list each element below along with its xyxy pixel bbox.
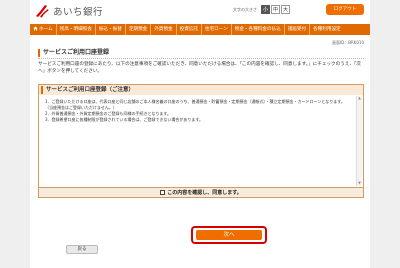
section-title: サービスご利用口座登録 <box>38 48 364 59</box>
next-button-highlight: 次へ <box>191 226 267 244</box>
terms-item: 1．ご登録いただける口座は、代表口座と同じ店舗のご本人様名義の口座のうち、普通預… <box>45 99 345 110</box>
back-button[interactable]: 戻る <box>66 245 98 254</box>
nav-item-balance[interactable]: 残高・明細照会 <box>57 24 96 35</box>
next-button[interactable]: 次へ <box>196 230 262 240</box>
nav-item-home-label: ホーム <box>39 27 53 32</box>
font-size-small-button[interactable]: 小 <box>261 5 270 14</box>
nav-item-home[interactable]: ホーム <box>30 24 57 35</box>
bank-logo-icon <box>36 5 49 18</box>
nav-item-housing-loan[interactable]: 住宅ローン <box>202 24 232 35</box>
section-title-accent <box>38 49 40 57</box>
nav-item-transfer[interactable]: 振込・振替 <box>96 24 126 35</box>
font-size-label: 文字の大きさ <box>233 6 257 12</box>
nav-item-time-deposit[interactable]: 定期預金 <box>126 24 152 35</box>
scroll-down-icon[interactable]: ▼ <box>357 181 362 186</box>
agree-label[interactable]: この内容を確認し、同意します。 <box>167 189 242 196</box>
home-icon <box>33 26 38 30</box>
font-size-large-button[interactable]: 大 <box>281 5 290 14</box>
nav-item-investment-trust[interactable]: 投資信託 <box>177 24 202 35</box>
nav-item-tax-payment[interactable]: 税金・各種料金の払込 <box>232 24 285 35</box>
global-nav: ホーム 残高・明細照会 振込・振替 定期預金 外貨預金 投資信託 住宅ローン 税… <box>30 24 370 35</box>
screen-id: 画面ID：BRK010 <box>331 40 364 45</box>
terms-box: サービスご利用口座登録（ご注意） 1．ご登録いただける口座は、代表口座と同じ店舗… <box>38 84 364 188</box>
header: あいち銀行 文字の大きさ 小 中 大 ログアウト <box>30 0 370 24</box>
scroll-up-icon[interactable]: ▲ <box>357 96 362 101</box>
bank-logo[interactable]: あいち銀行 <box>34 3 103 19</box>
font-size-medium-button[interactable]: 中 <box>271 5 280 14</box>
nav-item-notifications[interactable]: 諸届受付 <box>285 24 311 35</box>
page-container: あいち銀行 文字の大きさ 小 中 大 ログアウト ホーム 残高・明細照会 振込・… <box>30 0 370 268</box>
terms-scrollbar[interactable]: ▲ ▼ <box>356 96 362 186</box>
agree-checkbox[interactable] <box>160 190 166 195</box>
logout-button[interactable]: ログアウト <box>326 4 364 15</box>
bank-name: あいち銀行 <box>53 7 104 18</box>
terms-header: サービスご利用口座登録（ご注意） <box>39 85 363 95</box>
intro-text: サービスご利用口座の登録にあたり、以下の注意事項をご確認いただき、同意いただける… <box>38 62 361 74</box>
terms-item: 3．登録希望口座に各種制限が登録されている場合は、ご登録できない場合があります。 <box>45 117 204 122</box>
nav-item-settings[interactable]: 各種利用設定 <box>310 24 344 35</box>
font-size-switcher: 文字の大きさ 小 中 大 <box>233 5 290 14</box>
terms-body: 1．ご登録いただける口座は、代表口座と同じ店舗のご本人様名義の口座のうち、普通預… <box>45 99 345 123</box>
terms-header-accent <box>41 86 43 94</box>
agree-row[interactable]: この内容を確認し、同意します。 <box>38 188 364 198</box>
page-title: サービスご利用口座登録 <box>43 49 110 56</box>
nav-item-foreign-deposit[interactable]: 外貨預金 <box>151 24 177 35</box>
terms-title: サービスご利用口座登録（ご注意） <box>46 87 135 93</box>
